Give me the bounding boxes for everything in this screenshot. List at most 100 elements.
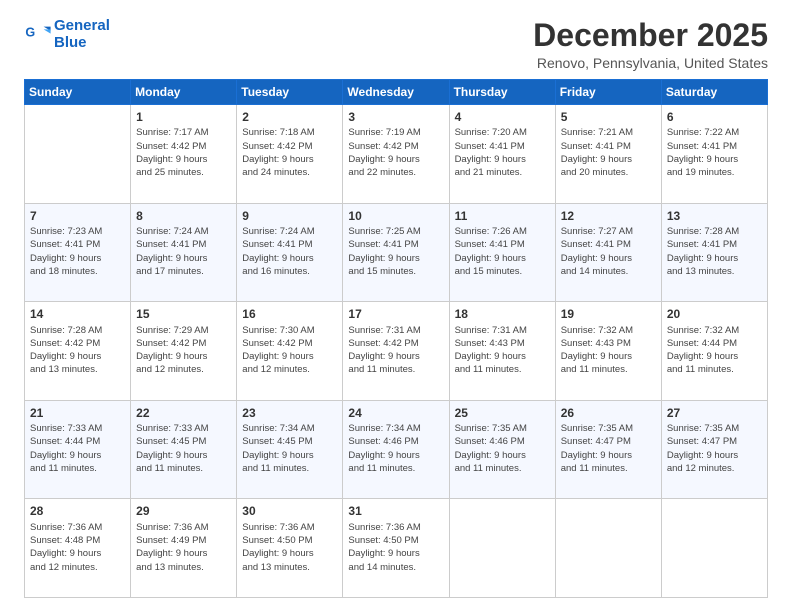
day-number: 5 [561,109,656,125]
table-row [25,105,131,204]
day-info: Sunrise: 7:36 AMSunset: 4:48 PMDaylight:… [30,521,125,574]
calendar-week-row: 28Sunrise: 7:36 AMSunset: 4:48 PMDayligh… [25,499,768,598]
table-row: 17 Sunrise: 7:31 AMSunset: 4:42 PMDayligh… [343,302,449,401]
day-number: 25 [455,405,550,421]
day-info: Sunrise: 7:34 AMSunset: 4:46 PMDaylight:… [348,422,443,475]
day-number: 9 [242,208,337,224]
table-row: 27Sunrise: 7:35 AMSunset: 4:47 PMDayligh… [661,400,767,499]
day-number: 18 [455,306,550,322]
day-info: Sunrise: 7:28 AMSunset: 4:42 PMDaylight:… [30,324,125,377]
table-row: 8Sunrise: 7:24 AMSunset: 4:41 PMDaylight… [131,203,237,302]
table-row: 2Sunrise: 7:18 AMSunset: 4:42 PMDaylight… [237,105,343,204]
col-thursday: Thursday [449,80,555,105]
table-row: 9Sunrise: 7:24 AMSunset: 4:41 PMDaylight… [237,203,343,302]
page: G General Blue December 2025 Renovo, Pen… [0,0,792,612]
day-info: Sunrise: 7:31 AMSunset: 4:43 PMDaylight:… [455,324,550,377]
day-info: Sunrise: 7:36 AMSunset: 4:49 PMDaylight:… [136,521,231,574]
calendar-week-row: 14 Sunrise: 7:28 AMSunset: 4:42 PMDayligh… [25,302,768,401]
table-row: 18 Sunrise: 7:31 AMSunset: 4:43 PMDayligh… [449,302,555,401]
day-info: Sunrise: 7:35 AMSunset: 4:47 PMDaylight:… [667,422,762,475]
day-info: Sunrise: 7:22 AMSunset: 4:41 PMDaylight:… [667,126,762,179]
day-info: Sunrise: 7:21 AMSunset: 4:41 PMDaylight:… [561,126,656,179]
day-info: Sunrise: 7:17 AMSunset: 4:42 PMDaylight:… [136,126,231,179]
logo-icon: G [24,21,52,49]
day-info: Sunrise: 7:24 AMSunset: 4:41 PMDaylight:… [136,225,231,278]
day-number: 14 [30,306,125,322]
table-row: 28Sunrise: 7:36 AMSunset: 4:48 PMDayligh… [25,499,131,598]
day-number: 3 [348,109,443,125]
table-row [449,499,555,598]
calendar-week-row: 21Sunrise: 7:33 AMSunset: 4:44 PMDayligh… [25,400,768,499]
table-row: 16 Sunrise: 7:30 AMSunset: 4:42 PMDayligh… [237,302,343,401]
table-row: 12Sunrise: 7:27 AMSunset: 4:41 PMDayligh… [555,203,661,302]
day-number: 31 [348,503,443,519]
day-number: 30 [242,503,337,519]
table-row: 1Sunrise: 7:17 AMSunset: 4:42 PMDaylight… [131,105,237,204]
day-info: Sunrise: 7:25 AMSunset: 4:41 PMDaylight:… [348,225,443,278]
table-row: 29Sunrise: 7:36 AMSunset: 4:49 PMDayligh… [131,499,237,598]
table-row: 14 Sunrise: 7:28 AMSunset: 4:42 PMDayligh… [25,302,131,401]
logo: G General Blue [24,18,110,51]
day-info: Sunrise: 7:30 AMSunset: 4:42 PMDaylight:… [242,324,337,377]
day-number: 22 [136,405,231,421]
col-monday: Monday [131,80,237,105]
title-block: December 2025 Renovo, Pennsylvania, Unit… [533,18,768,71]
day-info: Sunrise: 7:36 AMSunset: 4:50 PMDaylight:… [242,521,337,574]
day-info: Sunrise: 7:32 AMSunset: 4:44 PMDaylight:… [667,324,762,377]
day-info: Sunrise: 7:35 AMSunset: 4:47 PMDaylight:… [561,422,656,475]
col-tuesday: Tuesday [237,80,343,105]
day-number: 6 [667,109,762,125]
month-title: December 2025 [533,18,768,53]
day-number: 4 [455,109,550,125]
day-info: Sunrise: 7:26 AMSunset: 4:41 PMDaylight:… [455,225,550,278]
day-number: 2 [242,109,337,125]
day-info: Sunrise: 7:35 AMSunset: 4:46 PMDaylight:… [455,422,550,475]
day-number: 26 [561,405,656,421]
day-info: Sunrise: 7:31 AMSunset: 4:42 PMDaylight:… [348,324,443,377]
day-info: Sunrise: 7:19 AMSunset: 4:42 PMDaylight:… [348,126,443,179]
day-number: 10 [348,208,443,224]
day-number: 17 [348,306,443,322]
table-row: 24Sunrise: 7:34 AMSunset: 4:46 PMDayligh… [343,400,449,499]
day-number: 24 [348,405,443,421]
calendar-week-row: 7Sunrise: 7:23 AMSunset: 4:41 PMDaylight… [25,203,768,302]
table-row: 19 Sunrise: 7:32 AMSunset: 4:43 PMDayligh… [555,302,661,401]
day-info: Sunrise: 7:33 AMSunset: 4:44 PMDaylight:… [30,422,125,475]
table-row: 31 Sunrise: 7:36 AMSunset: 4:50 PMDayligh… [343,499,449,598]
table-row: 3Sunrise: 7:19 AMSunset: 4:42 PMDaylight… [343,105,449,204]
subtitle: Renovo, Pennsylvania, United States [533,55,768,71]
day-number: 7 [30,208,125,224]
table-row: 22Sunrise: 7:33 AMSunset: 4:45 PMDayligh… [131,400,237,499]
table-row: 25Sunrise: 7:35 AMSunset: 4:46 PMDayligh… [449,400,555,499]
logo-text: General Blue [54,18,110,51]
header: G General Blue December 2025 Renovo, Pen… [24,18,768,71]
day-info: Sunrise: 7:24 AMSunset: 4:41 PMDaylight:… [242,225,337,278]
day-number: 1 [136,109,231,125]
calendar-table: Sunday Monday Tuesday Wednesday Thursday… [24,79,768,598]
table-row: 7Sunrise: 7:23 AMSunset: 4:41 PMDaylight… [25,203,131,302]
table-row: 5Sunrise: 7:21 AMSunset: 4:41 PMDaylight… [555,105,661,204]
col-wednesday: Wednesday [343,80,449,105]
day-number: 12 [561,208,656,224]
table-row: 21Sunrise: 7:33 AMSunset: 4:44 PMDayligh… [25,400,131,499]
col-saturday: Saturday [661,80,767,105]
day-info: Sunrise: 7:23 AMSunset: 4:41 PMDaylight:… [30,225,125,278]
day-number: 19 [561,306,656,322]
table-row: 10Sunrise: 7:25 AMSunset: 4:41 PMDayligh… [343,203,449,302]
day-number: 21 [30,405,125,421]
day-info: Sunrise: 7:18 AMSunset: 4:42 PMDaylight:… [242,126,337,179]
day-info: Sunrise: 7:32 AMSunset: 4:43 PMDaylight:… [561,324,656,377]
day-number: 20 [667,306,762,322]
calendar-week-row: 1Sunrise: 7:17 AMSunset: 4:42 PMDaylight… [25,105,768,204]
day-number: 16 [242,306,337,322]
day-info: Sunrise: 7:34 AMSunset: 4:45 PMDaylight:… [242,422,337,475]
day-number: 27 [667,405,762,421]
table-row: 23Sunrise: 7:34 AMSunset: 4:45 PMDayligh… [237,400,343,499]
table-row: 26Sunrise: 7:35 AMSunset: 4:47 PMDayligh… [555,400,661,499]
table-row: 13Sunrise: 7:28 AMSunset: 4:41 PMDayligh… [661,203,767,302]
day-number: 13 [667,208,762,224]
calendar-header-row: Sunday Monday Tuesday Wednesday Thursday… [25,80,768,105]
day-info: Sunrise: 7:36 AMSunset: 4:50 PMDaylight:… [348,521,443,574]
day-number: 11 [455,208,550,224]
calendar-body: 1Sunrise: 7:17 AMSunset: 4:42 PMDaylight… [25,105,768,598]
